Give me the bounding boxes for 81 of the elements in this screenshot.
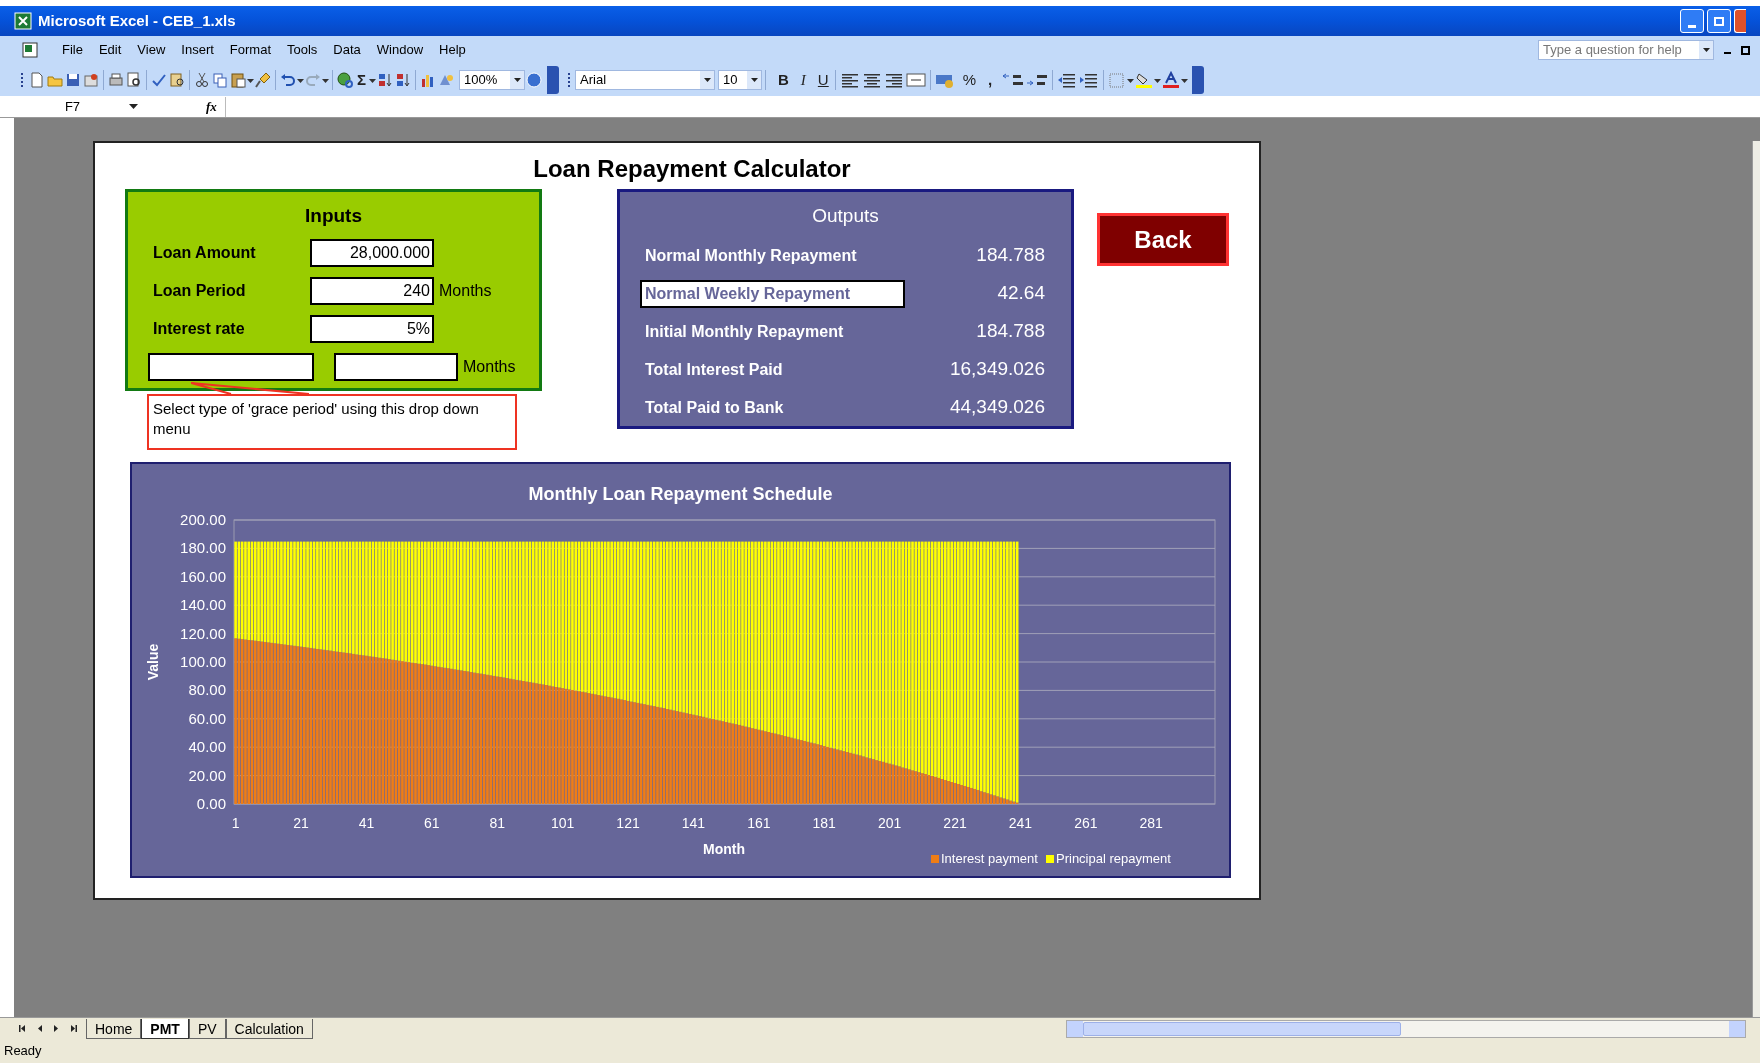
menu-item[interactable]: Window	[368, 40, 432, 60]
output-value: 184.788	[976, 243, 1045, 268]
x-tick-label: 141	[681, 815, 706, 831]
sheet-tab[interactable]: Home	[86, 1019, 142, 1039]
x-tick-label: 61	[424, 815, 440, 831]
name-box[interactable]: F7	[16, 97, 144, 116]
bold-button[interactable]: B	[775, 69, 792, 91]
output-value: 184.788	[976, 319, 1045, 344]
font-name-field[interactable]: Arial	[575, 70, 715, 90]
y-axis-title: Value	[145, 643, 161, 681]
x-tick-label: 21	[293, 815, 309, 831]
window-title: Microsoft Excel - CEB_1.xls	[38, 10, 236, 31]
comma-button[interactable]: ,	[985, 69, 1002, 91]
callout-note: Select type of 'grace period' using this drop down menu	[147, 394, 517, 450]
output-label: Normal Monthly Repayment	[644, 245, 858, 266]
x-tick-label: 281	[1139, 815, 1163, 831]
function-label[interactable]: fx	[206, 96, 217, 117]
y-tick-label: 120.00	[180, 624, 226, 642]
input-field[interactable]: 240	[310, 276, 434, 305]
font-size-field[interactable]: 10	[718, 70, 762, 90]
sheet-tab[interactable]: Calculation	[225, 1019, 313, 1039]
y-tick-label: 80.00	[188, 681, 226, 699]
legend-label: Principal repayment	[1056, 851, 1171, 866]
menu-item[interactable]: File	[54, 40, 91, 60]
input-field[interactable]: 5%	[310, 314, 434, 343]
menu-item[interactable]: Edit	[90, 40, 130, 60]
y-tick-label: 40.00	[188, 738, 226, 756]
x-tick-label: 41	[358, 815, 375, 831]
unit-label: Months	[439, 280, 492, 301]
input-field[interactable]: 28,000.000	[310, 238, 434, 267]
menu-item[interactable]: Format	[221, 40, 279, 60]
output-value: 44,349.026	[949, 395, 1045, 420]
italic-button[interactable]: I	[797, 69, 809, 91]
output-label: Normal Weekly Repayment	[640, 279, 905, 308]
input-label: Loan Period	[152, 280, 247, 301]
help-search-field[interactable]: Type a question for help	[1538, 40, 1714, 60]
input-label: Interest rate	[152, 318, 246, 339]
x-tick-label: 241	[1008, 815, 1033, 831]
autosum-button[interactable]: Σ	[354, 69, 369, 91]
underline-button[interactable]: U	[814, 69, 832, 91]
output-label: Total Paid to Bank	[644, 397, 785, 418]
zoom-field[interactable]: 100%	[459, 70, 525, 90]
x-tick-label: 261	[1074, 815, 1098, 831]
output-label: Total Interest Paid	[644, 359, 784, 380]
back-button[interactable]: Back	[1097, 213, 1229, 266]
menu-item[interactable]: Tools	[279, 40, 326, 60]
y-tick-label: 180.00	[180, 539, 226, 557]
x-tick-label: 101	[550, 815, 575, 831]
x-tick-label: 1	[231, 815, 240, 831]
x-tick-label: 161	[747, 815, 771, 831]
sheet-tab[interactable]: PMT	[141, 1019, 189, 1039]
x-tick-label: 181	[812, 815, 836, 831]
unit-label: Months	[463, 356, 516, 377]
output-value: 42.64	[997, 281, 1045, 306]
menu-item[interactable]: View	[129, 40, 174, 60]
percent-button[interactable]: %	[959, 69, 980, 91]
x-tick-label: 201	[877, 815, 902, 831]
x-tick-label: 121	[616, 815, 640, 831]
legend-label: Interest payment	[941, 851, 1038, 866]
outputs-title: Outputs	[811, 204, 880, 228]
y-tick-label: 140.00	[180, 596, 226, 614]
menu-item[interactable]: Insert	[173, 40, 222, 60]
status-text: Ready	[4, 1042, 42, 1061]
input-label: Loan Amount	[152, 242, 257, 263]
inputs-title: Inputs	[304, 204, 363, 228]
menu-item[interactable]: Help	[431, 40, 474, 60]
output-value: 16,349.026	[949, 357, 1045, 382]
y-tick-label: 100.00	[180, 653, 226, 670]
chart-title: Monthly Loan Repayment Schedule	[528, 484, 833, 504]
y-tick-label: 60.00	[188, 709, 226, 727]
x-axis-title: Month	[703, 841, 745, 857]
x-tick-label: 221	[943, 815, 967, 831]
y-tick-label: 0.00	[196, 795, 226, 812]
y-tick-label: 20.00	[188, 766, 226, 784]
menu-item[interactable]: Data	[325, 40, 369, 60]
x-tick-label: 81	[489, 815, 505, 831]
sheet-title: Loan Repayment Calculator	[532, 154, 852, 184]
y-tick-label: 160.00	[180, 567, 226, 585]
y-tick-label: 200.00	[180, 511, 226, 528]
output-label: Initial Monthly Repayment	[644, 321, 845, 342]
sheet-tab[interactable]: PV	[188, 1019, 226, 1039]
